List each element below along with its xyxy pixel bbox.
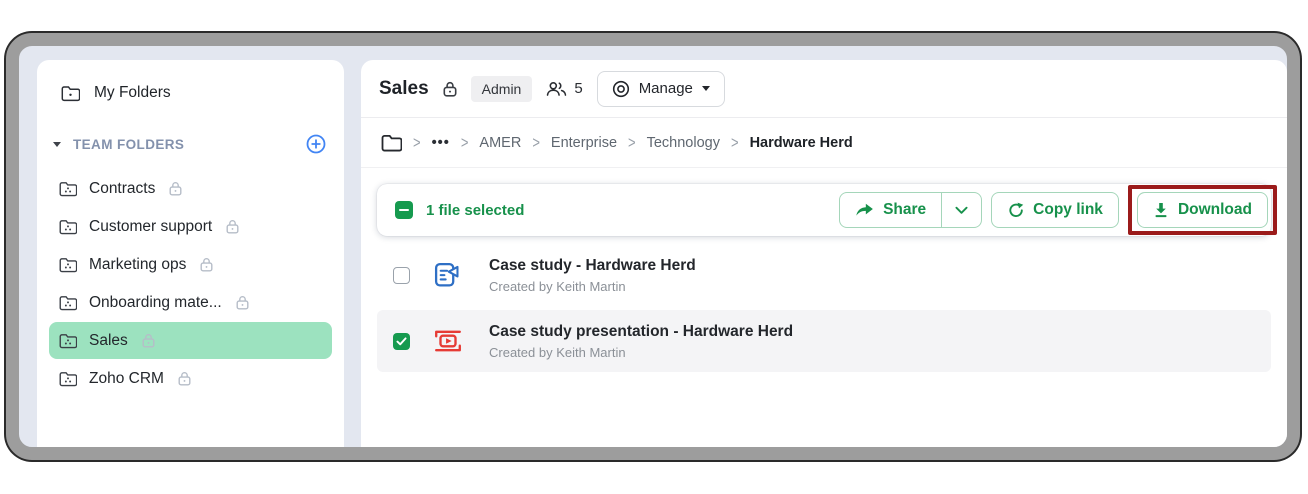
breadcrumb-ellipsis[interactable]: ••• (432, 135, 450, 151)
chevron-down-icon (955, 206, 968, 215)
lock-icon (236, 295, 249, 310)
folder-label: Onboarding mate... (89, 294, 222, 312)
lock-icon (142, 333, 155, 348)
share-split-button: Share (839, 192, 982, 228)
download-icon (1153, 202, 1169, 218)
collapse-arrow-icon[interactable] (53, 142, 61, 147)
team-folder-icon (59, 333, 77, 349)
app-window: My Folders TEAM FOLDERS Contracts Custom… (6, 33, 1300, 460)
lock-icon (178, 371, 191, 386)
team-folder-icon (59, 257, 77, 273)
selection-toolbar-zone: 1 file selected Share (361, 168, 1287, 236)
file-subtitle: Created by Keith Martin (489, 279, 696, 294)
manage-button[interactable]: Manage (597, 71, 725, 107)
folder-label: Sales (89, 332, 128, 350)
breadcrumb: > ••• > AMER > Enterprise > Technology >… (361, 118, 1287, 168)
folder-label: Contracts (89, 180, 155, 198)
team-folder-icon (59, 295, 77, 311)
sidebar-item-onboarding-materials[interactable]: Onboarding mate... (49, 284, 332, 321)
file-row-case-study-presentation[interactable]: Case study presentation - Hardware Herd … (377, 310, 1271, 372)
my-folders-icon (61, 85, 80, 102)
file-checkbox[interactable] (393, 267, 410, 284)
breadcrumb-separator: > (532, 133, 540, 152)
check-icon (396, 337, 407, 346)
breadcrumb-current: Hardware Herd (750, 135, 853, 151)
lock-icon (443, 81, 457, 97)
download-label: Download (1178, 201, 1252, 219)
page-title: Sales (379, 78, 429, 100)
share-icon (855, 202, 874, 218)
file-subtitle: Created by Keith Martin (489, 345, 793, 360)
folder-label: Customer support (89, 218, 212, 236)
role-badge: Admin (471, 76, 533, 102)
copy-link-label: Copy link (1033, 201, 1103, 219)
download-button[interactable]: Download (1137, 192, 1268, 228)
breadcrumb-item-technology[interactable]: Technology (647, 135, 720, 151)
sidebar: My Folders TEAM FOLDERS Contracts Custom… (37, 60, 344, 447)
lock-icon (200, 257, 213, 272)
file-title: Case study - Hardware Herd (489, 257, 696, 275)
breadcrumb-item-amer[interactable]: AMER (479, 135, 521, 151)
team-folders-label: TEAM FOLDERS (73, 137, 294, 152)
selection-status: 1 file selected (395, 201, 839, 219)
team-folder-icon (59, 219, 77, 235)
lock-icon (169, 181, 182, 196)
breadcrumb-separator: > (731, 133, 739, 152)
chevron-down-icon (702, 86, 710, 91)
breadcrumb-item-enterprise[interactable]: Enterprise (551, 135, 617, 151)
annotation-highlight-box: Download (1128, 185, 1277, 235)
team-folders-header: TEAM FOLDERS (49, 130, 332, 158)
selection-toolbar: 1 file selected Share (377, 184, 1271, 236)
writer-document-icon (433, 261, 489, 289)
file-row-case-study[interactable]: Case study - Hardware Herd Created by Ke… (377, 244, 1271, 306)
breadcrumb-separator: > (461, 133, 469, 152)
folder-icon[interactable] (381, 134, 402, 152)
folder-label: Zoho CRM (89, 370, 164, 388)
manage-target-icon (612, 80, 630, 98)
select-all-checkbox[interactable] (395, 201, 413, 219)
file-list: Case study - Hardware Herd Created by Ke… (361, 236, 1287, 376)
sidebar-item-sales[interactable]: Sales (49, 322, 332, 359)
team-folder-icon (59, 371, 77, 387)
folder-header: Sales Admin 5 Manage (361, 60, 1287, 118)
show-presentation-icon (433, 328, 489, 354)
selection-count-label: 1 file selected (426, 202, 524, 219)
lock-icon (226, 219, 239, 234)
manage-label: Manage (639, 80, 693, 97)
share-options-button[interactable] (941, 193, 981, 227)
members-icon (546, 81, 567, 97)
main-panel: Sales Admin 5 Manage (361, 60, 1287, 447)
members-count[interactable]: 5 (546, 80, 582, 97)
copy-link-button[interactable]: Copy link (991, 192, 1119, 228)
sidebar-item-marketing-ops[interactable]: Marketing ops (49, 246, 332, 283)
add-team-folder-button[interactable] (306, 134, 326, 154)
members-count-value: 5 (574, 80, 582, 97)
copy-link-icon (1007, 202, 1024, 219)
breadcrumb-separator: > (628, 133, 636, 152)
sidebar-item-contracts[interactable]: Contracts (49, 170, 332, 207)
breadcrumb-separator: > (413, 133, 421, 152)
my-folders-label: My Folders (94, 84, 171, 102)
share-label: Share (883, 201, 926, 219)
sidebar-item-customer-support[interactable]: Customer support (49, 208, 332, 245)
sidebar-item-my-folders[interactable]: My Folders (49, 76, 332, 110)
share-button[interactable]: Share (840, 193, 941, 227)
sidebar-item-zoho-crm[interactable]: Zoho CRM (49, 360, 332, 397)
file-title: Case study presentation - Hardware Herd (489, 323, 793, 341)
team-folder-icon (59, 181, 77, 197)
file-checkbox[interactable] (393, 333, 410, 350)
folder-label: Marketing ops (89, 256, 186, 274)
